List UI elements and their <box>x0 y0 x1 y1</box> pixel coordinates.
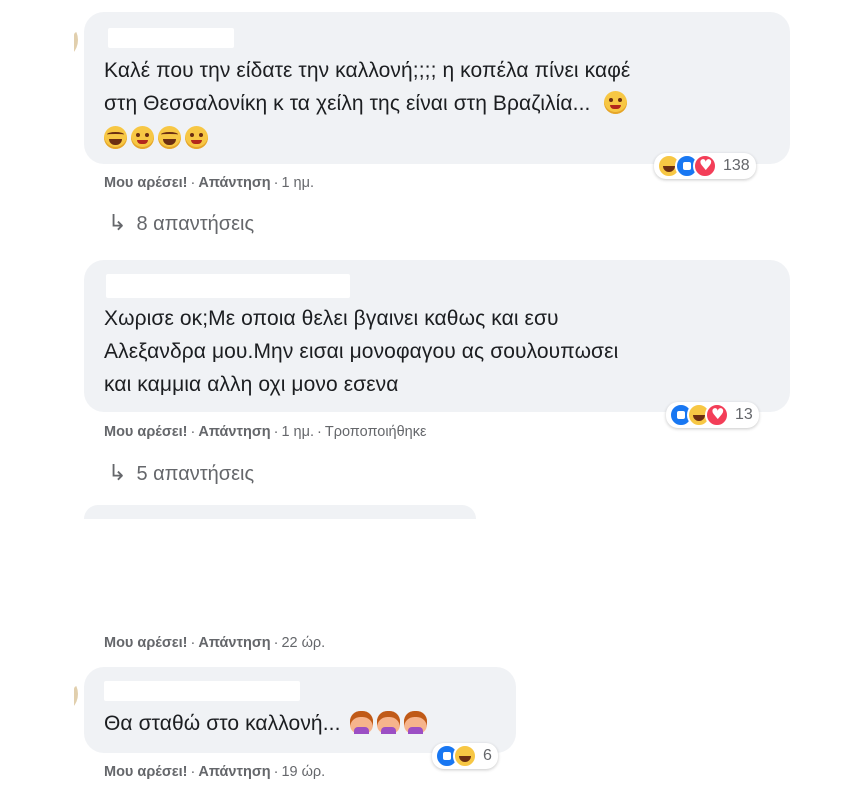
reply-action[interactable]: Απάντηση <box>198 175 270 191</box>
comment-time[interactable]: 19 ώρ. <box>281 764 325 780</box>
comment-text-line: Αλεξανδρα μου.Μην εισαι μονοφαγου ας σου… <box>104 340 619 363</box>
love-reaction-icon <box>705 403 729 427</box>
reply-action[interactable]: Απάντηση <box>198 764 270 780</box>
woman-facepalming-emoji <box>350 711 374 734</box>
comment-text-line: Χωρισε οκ;Με οποια θελει βγαινει καθως κ… <box>104 307 559 330</box>
author-name-redacted[interactable] <box>108 28 234 48</box>
edited-label[interactable]: Τροποποιήθηκε <box>325 424 427 440</box>
comment-emoji-line <box>104 122 212 155</box>
comment-bubble: Θα σταθώ στο καλλονή... <box>84 667 516 753</box>
like-action[interactable]: Μου αρέσει! <box>104 175 188 191</box>
avatar-rim <box>74 32 78 54</box>
like-action[interactable]: Μου αρέσει! <box>104 635 188 651</box>
comment-text-line: στη Θεσσαλονίκη κ τα χείλη της είναι στη… <box>104 87 631 120</box>
avatar-rim <box>74 686 78 708</box>
reply-arrow-icon: ↳ <box>108 210 127 235</box>
laugh-tears-emoji <box>158 126 181 149</box>
reaction-count: 138 <box>723 157 750 174</box>
author-name-redacted[interactable] <box>104 681 300 701</box>
replies-count: 5 απαντήσεις <box>136 463 255 485</box>
like-action[interactable]: Μου αρέσει! <box>104 424 188 440</box>
reaction-count: 13 <box>735 406 753 423</box>
reaction-summary[interactable]: 6 <box>432 743 498 769</box>
comment-text-line: Καλέ που την είδατε την καλλονή;;;; η κο… <box>104 59 631 82</box>
haha-reaction-icon <box>453 744 477 768</box>
comment-actions: Μου αρέσει! · Απάντηση · 22 ώρ. <box>104 635 326 651</box>
comment-time[interactable]: 22 ώρ. <box>281 635 325 651</box>
avatar[interactable] <box>38 20 78 60</box>
comment-text-span: Θα σταθώ στο καλλονή... <box>104 712 341 735</box>
comment-bubble: Χωρισε οκ;Με οποια θελει βγαινει καθως κ… <box>84 260 790 412</box>
woman-facepalming-emoji <box>377 711 401 734</box>
comment-bubble: Καλέ που την είδατε την καλλονή;;;; η κο… <box>84 12 790 164</box>
comment-actions: Μου αρέσει! · Απάντηση · 19 ώρ. <box>104 764 326 780</box>
love-reaction-icon <box>693 154 717 178</box>
view-replies[interactable]: ↳ 5 απαντήσεις <box>108 460 254 486</box>
author-name-redacted[interactable] <box>106 274 350 298</box>
comment-time[interactable]: 1 ημ. <box>281 175 314 191</box>
reaction-summary[interactable]: 13 <box>666 402 759 428</box>
comment-bubble <box>84 505 476 519</box>
reaction-count: 6 <box>483 747 492 764</box>
reply-arrow-icon: ↳ <box>108 460 127 485</box>
avatar[interactable] <box>38 265 78 305</box>
wink-emoji <box>185 126 208 149</box>
replies-count: 8 απαντήσεις <box>136 213 255 235</box>
wink-emoji <box>604 91 628 114</box>
laugh-tears-emoji <box>104 126 127 149</box>
avatar[interactable] <box>38 674 78 714</box>
comment-time[interactable]: 1 ημ. <box>281 424 314 440</box>
comment-text-line: Θα σταθώ στο καλλονή... <box>104 707 431 740</box>
comment-actions: Μου αρέσει! · Απάντηση · 1 ημ. <box>104 175 314 191</box>
reaction-summary[interactable]: 138 <box>654 153 756 179</box>
comment-actions: Μου αρέσει! · Απάντηση · 1 ημ. · Τροποποιήθηκε <box>104 424 427 440</box>
avatar[interactable] <box>38 510 78 550</box>
wink-emoji <box>131 126 154 149</box>
woman-facepalming-emoji <box>404 711 428 734</box>
reply-action[interactable]: Απάντηση <box>198 424 270 440</box>
like-action[interactable]: Μου αρέσει! <box>104 764 188 780</box>
comment-text-line: και καμμια αλλη οχι μονο εσενα <box>104 373 399 396</box>
comment-text-span: στη Θεσσαλονίκη κ τα χείλη της είναι στη… <box>104 92 591 115</box>
reply-action[interactable]: Απάντηση <box>198 635 270 651</box>
view-replies[interactable]: ↳ 8 απαντήσεις <box>108 210 254 236</box>
